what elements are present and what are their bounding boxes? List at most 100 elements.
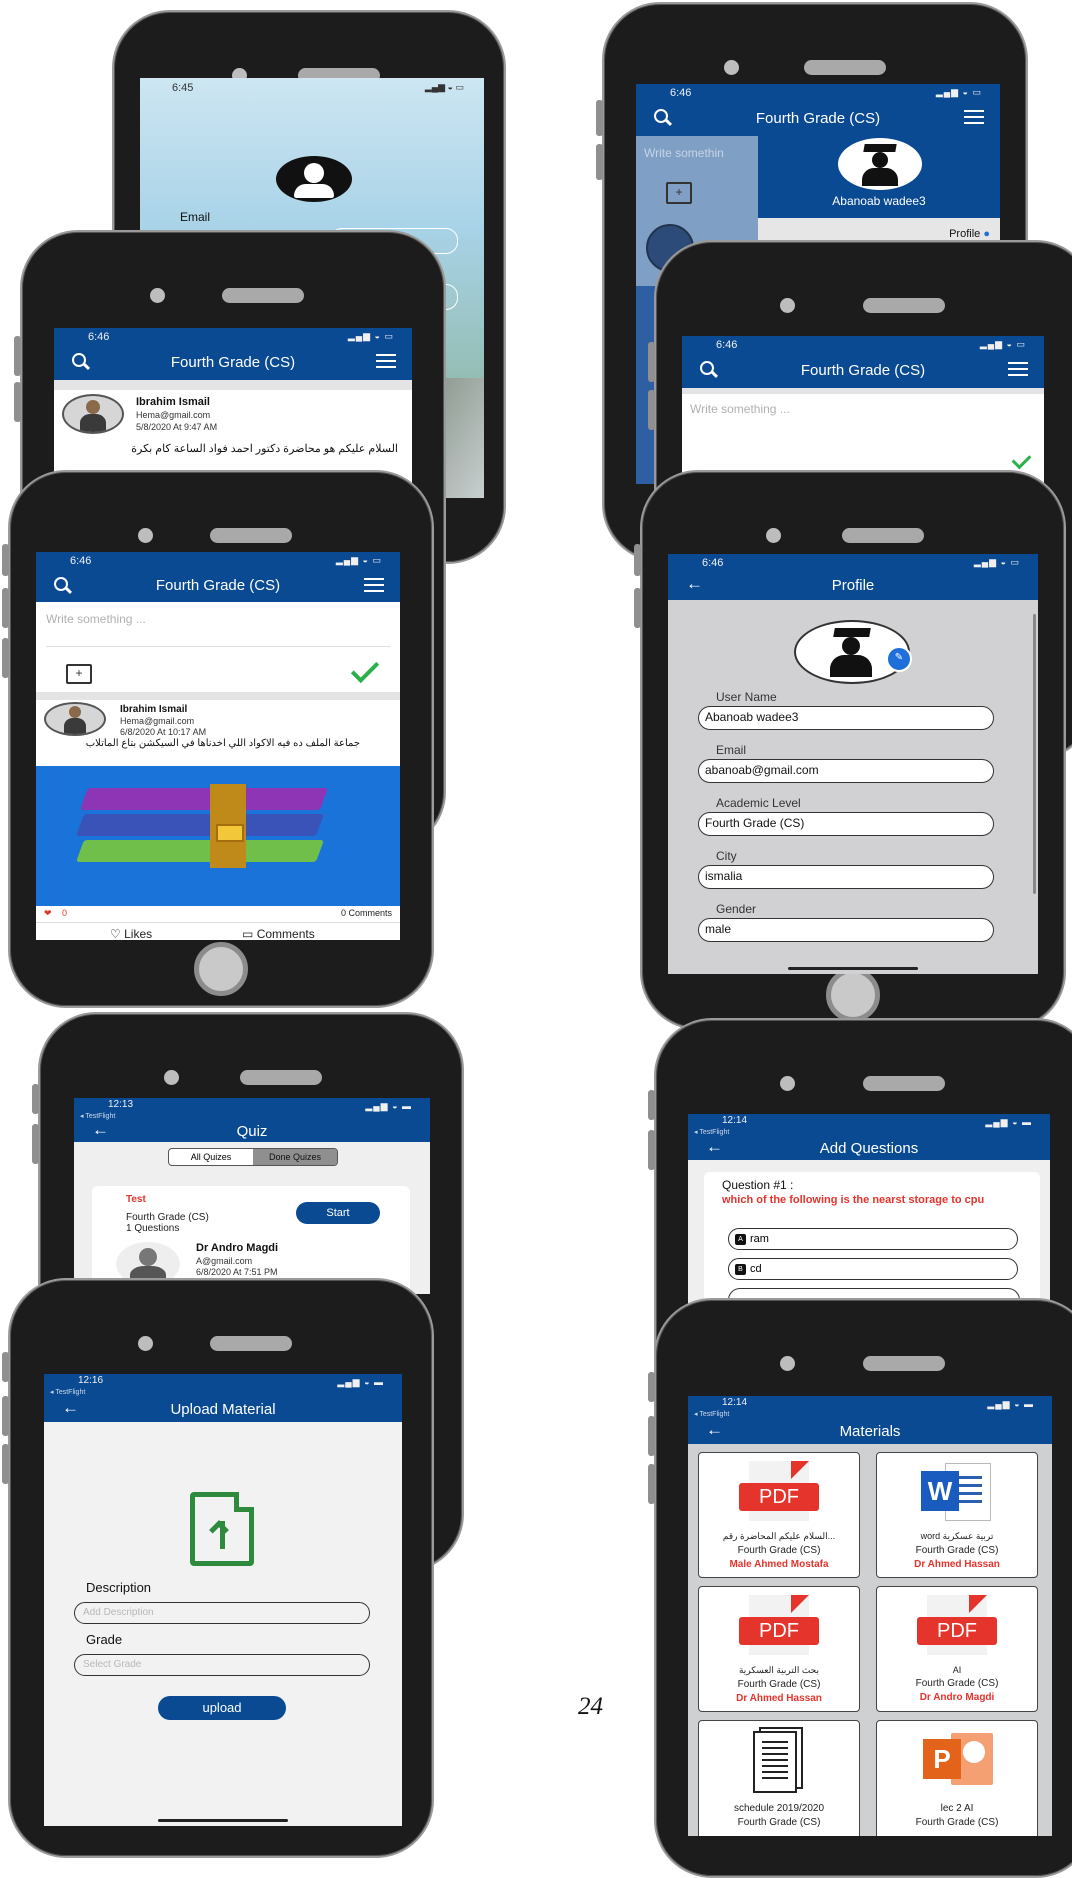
start-button[interactable]: Start [296,1202,380,1224]
option-b[interactable]: Bcd [728,1258,1018,1280]
front-camera [138,1336,153,1351]
material-title: lec 2 AI [940,1803,974,1814]
material-title: بحث التربية العسكرية [738,1665,819,1675]
side-button [648,342,655,382]
search-icon[interactable] [700,360,714,380]
status-time: 12:14 [722,1115,748,1126]
write-input[interactable]: Write something ... [36,602,400,636]
front-camera [780,298,795,313]
likes-count: 0 [62,908,68,918]
like-button[interactable]: ♡ Likes [110,927,152,940]
app-bar: ← Profile [668,570,1038,600]
material-author: Dr Andro Magdi [919,1692,995,1703]
status-bar: 6:46 ▂▄▆ ◒ ▭ [36,552,400,568]
menu-icon[interactable] [964,110,984,128]
post-email: Hema@gmail.com [120,716,195,726]
back-arrow-icon[interactable]: ← [706,1137,723,1157]
checkmark-icon[interactable] [350,654,380,684]
attach-file-icon[interactable]: + [666,182,692,204]
material-card[interactable]: PDF السلام عليكم المحاضرة رقم... Fourth … [698,1452,860,1578]
comment-button[interactable]: ▭ Comments [242,927,315,940]
side-button [648,390,655,430]
quiz-tabs: All Quizes Done Quizes [168,1148,338,1166]
material-card[interactable]: W word تربية عسكرية Fourth Grade (CS) Dr… [876,1452,1038,1578]
field-label: Email [716,743,747,757]
profile-field-email: Email abanoab@gmail.com [698,743,1002,783]
drawer-item-profile[interactable]: Profile ● [949,228,990,240]
material-title: AI [952,1665,962,1675]
description-input[interactable]: Add Description [74,1602,370,1624]
document-icon [753,1727,805,1793]
post-actions: ♡ Likes ▭ Comments [36,922,400,940]
search-icon[interactable] [72,352,86,372]
app-bar: Fourth Grade (CS) [54,344,412,380]
academic-level-field[interactable]: Fourth Grade (CS) [698,812,994,836]
write-input[interactable]: Write something ... [682,394,1044,424]
post-avatar [44,702,106,736]
earpiece-speaker [863,298,945,313]
write-input[interactable]: Write somethin [636,136,758,170]
edit-photo-icon[interactable]: ✎ [886,646,912,672]
heart-icon: ❤ [44,908,52,918]
status-bar: 12:14 ▂▄▆ ◒ ▬ [688,1396,1052,1410]
material-card[interactable]: P lec 2 AI Fourth Grade (CS) [876,1720,1038,1836]
status-time: 12:13 [108,1099,134,1110]
profile-avatar: ✎ [794,620,912,684]
field-label: Gender [716,902,757,916]
upload-file-icon[interactable] [190,1492,254,1566]
drawer-user-name: Abanoab wadee3 [832,194,926,208]
material-card[interactable]: schedule 2019/2020 Fourth Grade (CS) [698,1720,860,1836]
material-card[interactable]: PDF AI Fourth Grade (CS) Dr Andro Magdi [876,1586,1038,1712]
username-field[interactable]: Abanoab wadee3 [698,706,994,730]
side-button [634,544,641,576]
post-card[interactable]: Ibrahim Ismail Hema@gmail.com 6/8/2020 A… [36,700,400,766]
material-title: word تربية عسكرية [920,1531,994,1541]
menu-icon[interactable] [1008,362,1028,380]
grade-select[interactable]: Select Grade [74,1654,370,1676]
email-label: Email [180,210,211,224]
tab-done-quizes[interactable]: Done Quizes [253,1149,337,1165]
tab-all-quizes[interactable]: All Quizes [169,1149,253,1165]
scrollbar[interactable] [1033,614,1036,894]
side-button [32,1084,39,1114]
road-rail-decoration [440,378,484,498]
question-text[interactable]: which of the following is the nearst sto… [722,1194,1022,1207]
back-arrow-icon[interactable]: ← [686,574,703,594]
back-arrow-icon[interactable]: ← [706,1420,723,1440]
attach-file-icon[interactable]: + [66,664,92,684]
checkmark-icon[interactable] [1011,449,1032,470]
home-button[interactable] [194,942,248,996]
material-card[interactable]: PDF بحث التربية العسكرية Fourth Grade (C… [698,1586,860,1712]
material-title: schedule 2019/2020 [733,1803,825,1814]
side-button [2,1396,9,1436]
post-email: Hema@gmail.com [136,410,211,420]
back-arrow-icon[interactable]: ← [92,1120,109,1140]
search-icon[interactable] [54,576,68,596]
material-grade: Fourth Grade (CS) [915,1545,999,1556]
app-bar: Fourth Grade (CS) [682,352,1044,388]
home-button[interactable] [826,968,880,1022]
archive-file-image[interactable] [36,766,400,906]
side-button [634,588,641,628]
user-avatar-icon [276,156,352,202]
pdf-icon: PDF [739,1461,819,1521]
word-letter: W [921,1471,959,1511]
app-bar: ← Quiz [74,1120,430,1142]
back-arrow-icon[interactable]: ← [62,1398,79,1418]
upload-button[interactable]: upload [158,1696,286,1720]
search-icon[interactable] [654,108,668,128]
quiz-name: Test [126,1194,146,1205]
option-a[interactable]: Aram [728,1228,1018,1250]
author-date: 6/8/2020 At 7:51 PM [196,1267,278,1277]
earpiece-speaker [222,288,304,303]
app-bar: ← Add Questions [688,1136,1050,1160]
status-icons: ▂▄▆ ◒ ▭ [347,331,394,341]
side-button [648,1090,655,1120]
side-button [596,100,603,136]
menu-icon[interactable] [364,578,384,596]
menu-icon[interactable] [376,354,396,372]
city-field[interactable]: ismalia [698,865,994,889]
gender-field[interactable]: male [698,918,994,942]
email-field[interactable]: abanoab@gmail.com [698,759,994,783]
phone-profile: 6:46 ▂▄▆ ◒ ▭ ← Profile ✎ User Name Abanoa… [634,470,1066,1030]
